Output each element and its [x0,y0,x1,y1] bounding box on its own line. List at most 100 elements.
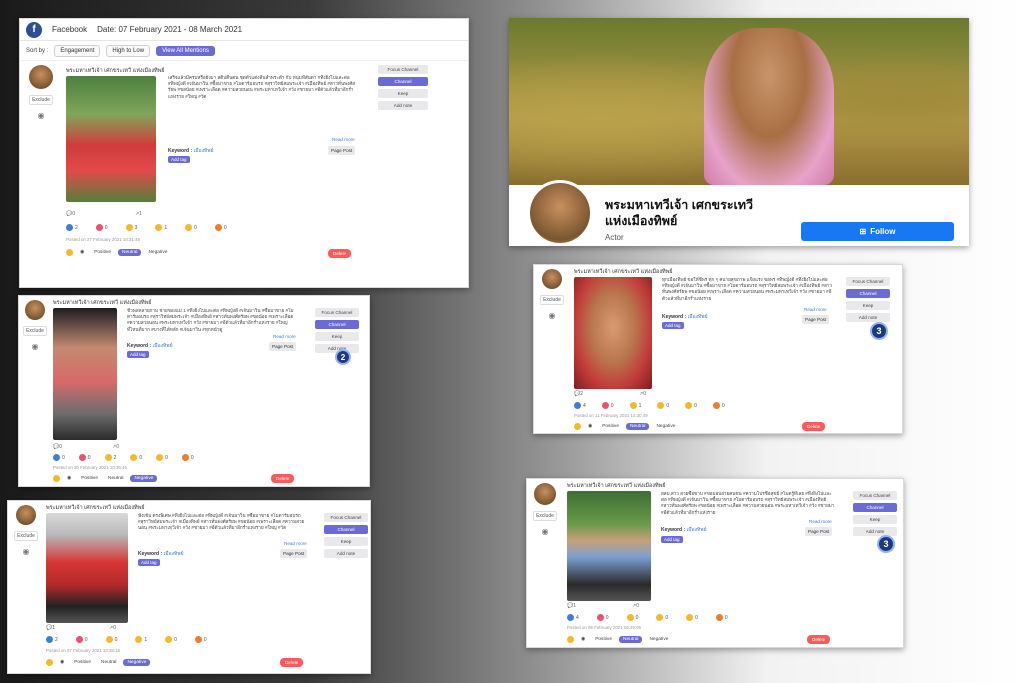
eye-icon[interactable]: ◉ [585,423,595,430]
positive-button[interactable]: Positive [78,475,101,482]
channel-button[interactable]: Channel [846,289,890,298]
post-photo[interactable] [574,277,652,389]
keep-button[interactable]: Keep [378,89,428,98]
wow-reaction: 1 [135,636,147,643]
neutral-button[interactable]: Neutral [98,659,119,666]
add-note-button[interactable]: Add note [378,101,428,110]
delete-button[interactable]: Delete [328,249,352,258]
keep-button[interactable]: Keep [853,515,897,524]
add-note-button[interactable]: Add note [846,313,890,322]
keyword-row: Keyword : เมืองทิพย์ [662,313,708,321]
neutral-button[interactable]: Neutral [117,249,142,256]
read-more-link[interactable]: Read more [284,541,307,546]
delete-button[interactable]: Delete [271,474,295,483]
haha-reaction: 1 [629,402,641,409]
follow-button[interactable]: ⊞ Follow [801,222,954,241]
channel-button[interactable]: Channel [315,320,359,329]
rank-badge: 3 [877,535,895,553]
status-dot-icon [53,475,60,482]
sentiment-selector: ◉ Positive Neutral Negative [574,423,678,430]
negative-button[interactable]: Negative [130,475,158,482]
add-note-button[interactable]: Add note [324,549,368,558]
focus-channel-button[interactable]: Focus Channel [846,277,890,286]
keyword-value[interactable]: เมืองทิพย์ [194,148,214,154]
delete-button[interactable]: Delete [280,658,304,667]
negative-button[interactable]: Negative [145,249,170,256]
neutral-button[interactable]: Neutral [618,636,643,643]
reaction-row: 4 0 0 0 0 0 [567,614,728,621]
haha-reaction: 0 [626,614,638,621]
read-more-link[interactable]: Read more [804,307,827,312]
post-stats: 💬1 ↗0 [567,603,639,609]
positive-button[interactable]: Positive [599,423,622,430]
focus-channel-button[interactable]: Focus Channel [315,308,359,317]
sentiment-selector: ◉ Positive Neutral Negative [567,636,671,643]
profile-avatar[interactable] [527,180,593,246]
add-tag-button[interactable]: Add tag [127,351,149,358]
keyword-label: Keyword : [168,148,193,154]
focus-channel-button[interactable]: Focus Channel [853,491,897,500]
wow-reaction: 0 [657,402,669,409]
view-all-mentions-button[interactable]: View All Mentions [156,45,215,56]
exclude-button[interactable]: Exclude [29,95,53,105]
exclude-button[interactable]: Exclude [533,511,557,521]
add-tag-button[interactable]: Add tag [138,559,160,566]
post-photo[interactable] [567,491,651,601]
wow-icon [130,454,138,461]
negative-button[interactable]: Negative [123,659,151,666]
eye-icon[interactable]: ◉ [32,342,39,351]
post-photo[interactable] [46,513,128,623]
sort-order-select[interactable]: High to Low [106,44,151,57]
keep-button[interactable]: Keep [846,301,890,310]
keyword-value[interactable]: เมืองทิพย์ [164,551,184,557]
eye-icon[interactable]: ◉ [542,527,549,536]
read-more-link[interactable]: Read more [809,519,832,524]
sad-reaction: 0 [685,402,697,409]
keyword-value[interactable]: เมืองทิพย์ [687,527,707,533]
keyword-value[interactable]: เมืองทิพย์ [153,343,173,349]
add-note-button[interactable]: Add note [853,527,897,536]
neutral-button[interactable]: Neutral [625,423,650,430]
post-photo[interactable] [53,308,117,440]
positive-button[interactable]: Positive [592,636,615,643]
eye-icon[interactable]: ◉ [64,475,74,482]
read-more-link[interactable]: Read more [332,137,355,142]
eye-icon[interactable]: ◉ [77,249,87,256]
keep-button[interactable]: Keep [315,332,359,341]
post-stats: 💬0 ↗1 [66,211,142,217]
exclude-button[interactable]: Exclude [23,326,47,336]
add-tag-button[interactable]: Add tag [662,322,684,329]
neutral-button[interactable]: Neutral [105,475,126,482]
eye-icon[interactable]: ◉ [578,636,588,643]
keyword-value[interactable]: เมืองทิพย์ [688,314,708,320]
channel-button[interactable]: Channel [378,77,428,86]
focus-channel-button[interactable]: Focus Channel [378,65,428,74]
delete-button[interactable]: Delete [802,422,826,431]
channel-button[interactable]: Channel [853,503,897,512]
channel-button[interactable]: Channel [324,525,368,534]
eye-icon[interactable]: ◉ [23,547,30,556]
status-dot-icon [567,636,574,643]
keep-button[interactable]: Keep [324,537,368,546]
focus-channel-button[interactable]: Focus Channel [324,513,368,522]
negative-button[interactable]: Negative [653,423,678,430]
exclude-button[interactable]: Exclude [14,531,38,541]
date-range: Date: 07 February 2021 - 08 March 2021 [97,25,243,34]
read-more-link[interactable]: Read more [273,334,296,339]
eye-icon[interactable]: ◉ [549,311,556,320]
add-tag-button[interactable]: Add tag [168,156,190,163]
delete-button[interactable]: Delete [807,635,831,644]
post-photo[interactable] [66,76,156,202]
posted-timestamp: Posted on 11 February 2021 14:30:49 [574,413,648,418]
positive-button[interactable]: Positive [71,659,94,666]
eye-icon[interactable]: ◉ [57,659,67,666]
negative-button[interactable]: Negative [646,636,671,643]
add-tag-button[interactable]: Add tag [661,536,683,543]
sort-field-select[interactable]: Engagement [54,44,101,57]
love-reaction: 0 [75,636,88,643]
positive-button[interactable]: Positive [91,249,114,256]
like-reaction: 4 [574,402,586,409]
exclude-button[interactable]: Exclude [540,295,564,305]
eye-icon[interactable]: ◉ [38,111,45,120]
like-reaction: 2 [66,224,78,231]
